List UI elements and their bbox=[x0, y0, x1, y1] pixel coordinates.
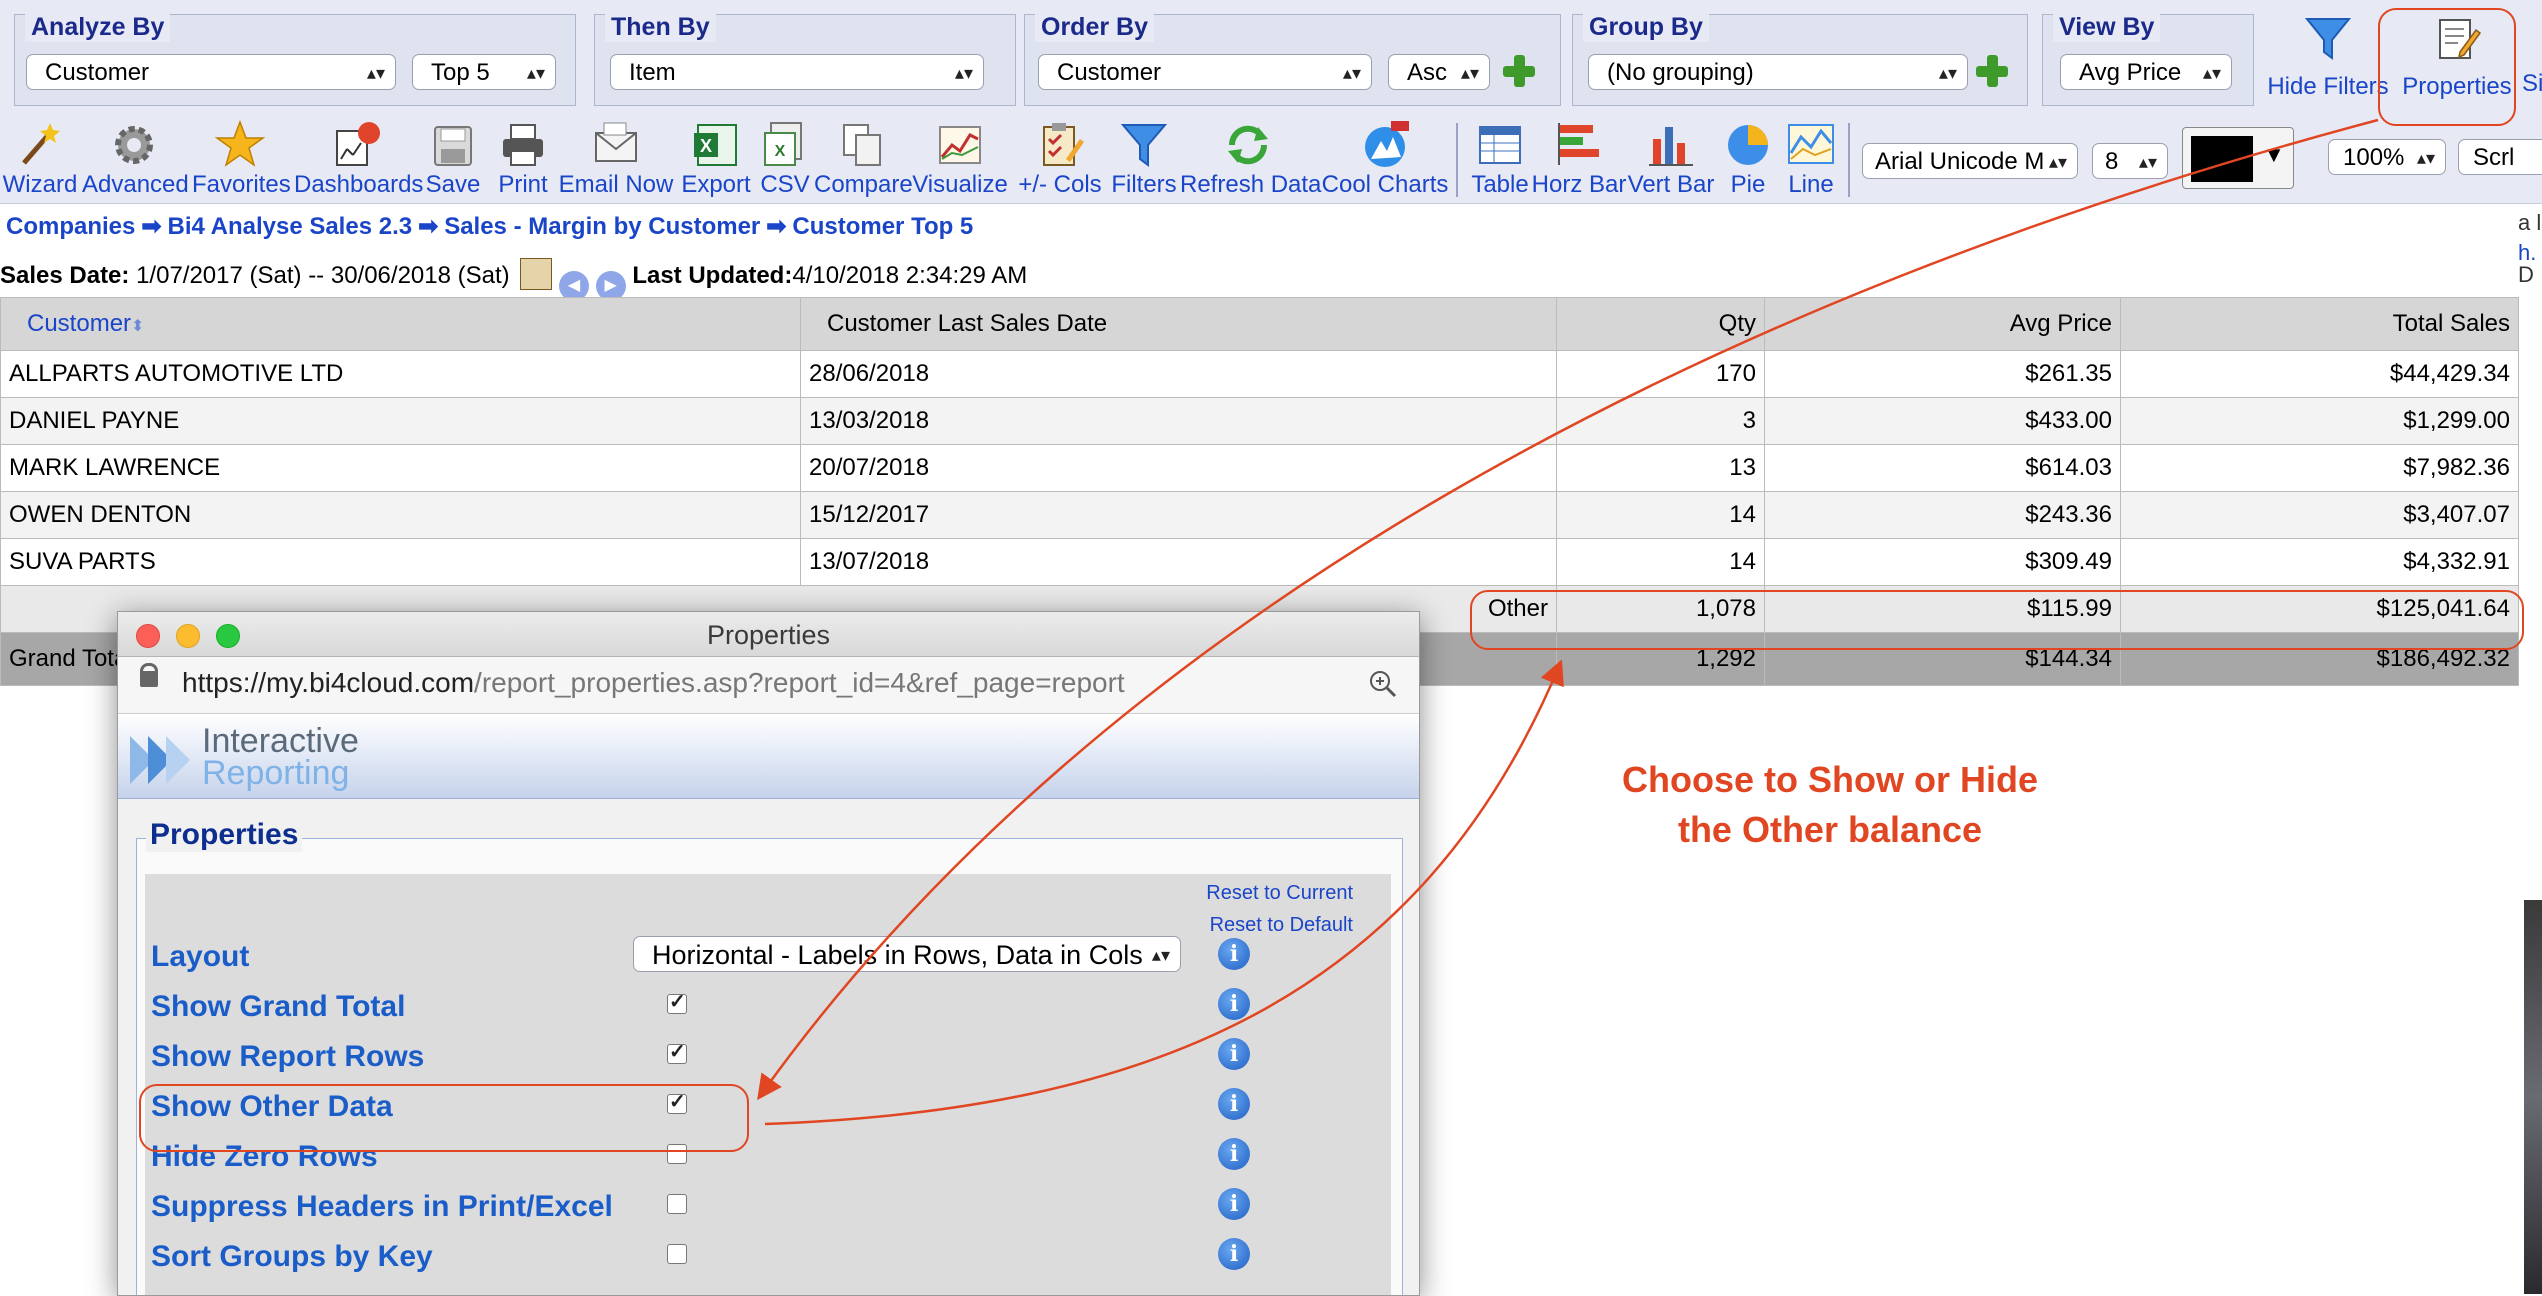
annotation-text: Choose to Show or Hide the Other balance bbox=[1590, 755, 2070, 855]
arrow-option-to-other-row bbox=[764, 659, 1564, 1126]
arrow-properties-to-option bbox=[757, 118, 2379, 1101]
annotation-line-2: the Other balance bbox=[1677, 809, 1983, 850]
annotation-line-1: Choose to Show or Hide bbox=[1621, 759, 2038, 800]
annotation-arrows bbox=[757, 118, 2379, 1126]
